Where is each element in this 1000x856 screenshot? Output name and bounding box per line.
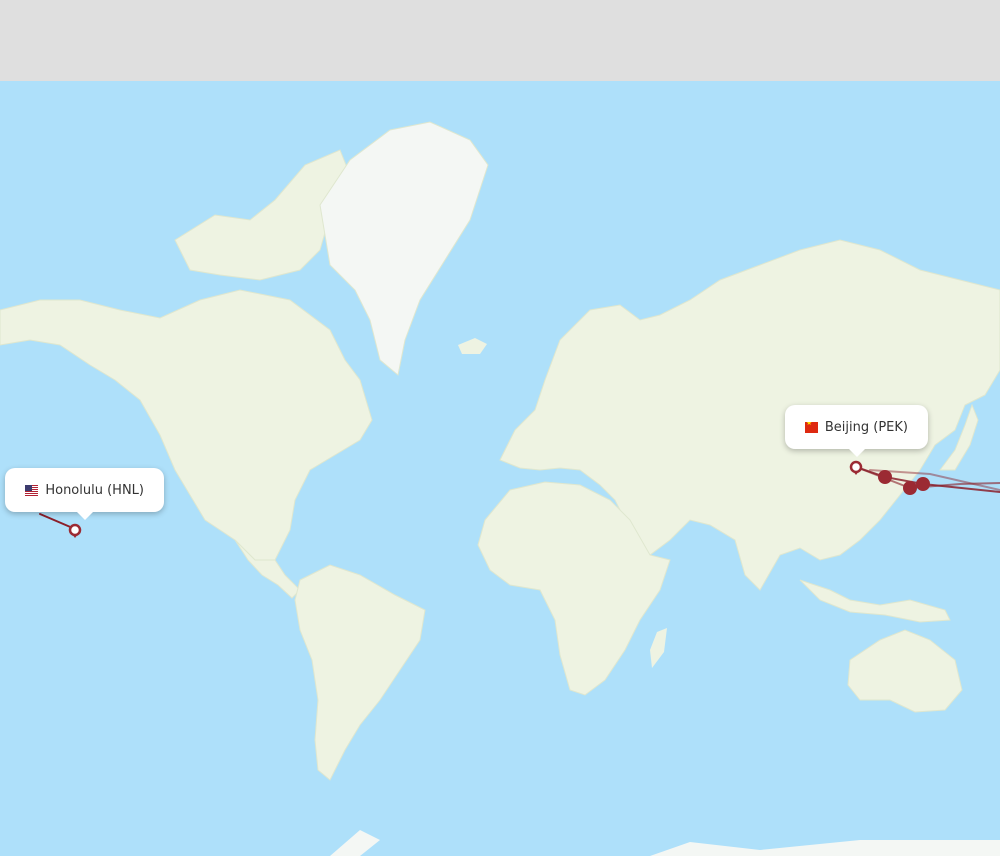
landmass-madagascar bbox=[650, 628, 667, 668]
landmass-southeast-asia-islands bbox=[799, 579, 951, 623]
route-map[interactable]: Honolulu (HNL) Beijing (PEK) bbox=[0, 81, 1000, 856]
landmass-antarctica bbox=[330, 830, 1000, 856]
landmass-north-america bbox=[0, 289, 373, 561]
airport-pin-hnl[interactable] bbox=[68, 523, 82, 538]
us-flag-icon bbox=[25, 484, 39, 496]
destination-city-label: Beijing (PEK) bbox=[824, 419, 908, 435]
route-stop-marker[interactable] bbox=[916, 477, 930, 491]
landmass-greenland bbox=[319, 121, 489, 376]
origin-city-label: Honolulu (HNL) bbox=[45, 482, 144, 498]
top-bar bbox=[0, 0, 1000, 81]
landmass-south-america bbox=[294, 564, 426, 781]
route-stop-marker[interactable] bbox=[878, 470, 892, 484]
landmass-iceland bbox=[458, 338, 487, 354]
route-stop-marker[interactable] bbox=[903, 481, 917, 495]
destination-callout[interactable]: Beijing (PEK) bbox=[785, 405, 928, 457]
china-flag-icon bbox=[805, 421, 818, 433]
landmass-australia bbox=[847, 629, 963, 713]
origin-callout[interactable]: Honolulu (HNL) bbox=[5, 468, 164, 520]
